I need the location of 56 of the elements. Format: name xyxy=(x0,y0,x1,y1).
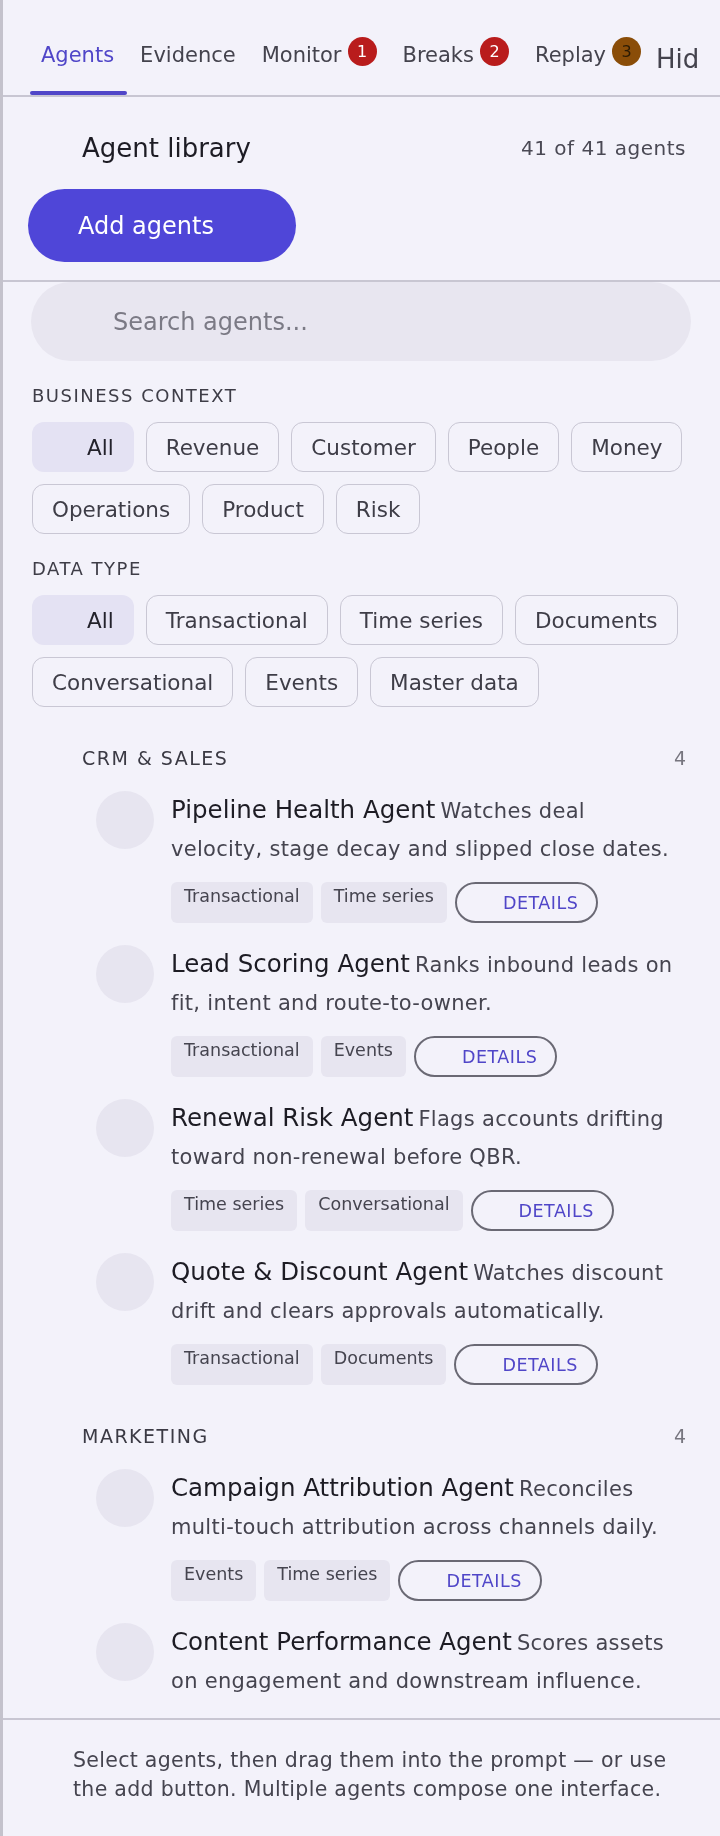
filter-chip[interactable]: Customer xyxy=(291,422,436,472)
filter-chip[interactable]: People xyxy=(447,422,560,472)
group-count: 4 xyxy=(673,1425,686,1447)
details-button[interactable]: DETAILS xyxy=(413,1036,558,1077)
agent-summary: Renewal Risk Agent Flags accounts drifting toward non-renewal before QBR. xyxy=(171,1102,665,1171)
hide-link[interactable]: Hid xyxy=(656,21,700,74)
agent-summary: Campaign Attribution Agent Reconciles multi-touch attribution across channels daily. xyxy=(171,1472,659,1541)
filter-chip[interactable]: Revenue xyxy=(145,422,280,472)
group-count: 4 xyxy=(673,747,686,769)
filter-chip[interactable]: All xyxy=(32,422,134,472)
data-type-tag: Time series xyxy=(320,882,447,923)
agent-summary: Content Performance Agent Scores assets on engagement and downstream influence. xyxy=(171,1626,666,1695)
filter-chip[interactable]: Money xyxy=(571,422,683,472)
add-agents-button[interactable]: Add agents xyxy=(28,189,296,262)
tab[interactable]: Breaks 2 xyxy=(389,0,522,95)
footer-hint: Select agents, then drag them into the prompt — or use the add button. Multiple agents compose one interface. xyxy=(3,1718,720,1804)
data-type-tag: Documents xyxy=(320,1344,447,1385)
filter-chip[interactable]: Transactional xyxy=(145,595,328,645)
details-button[interactable]: DETAILS xyxy=(454,1344,598,1385)
group-heading: MARKETING xyxy=(82,1425,209,1447)
details-button[interactable]: DETAILS xyxy=(454,882,599,923)
data-type-tag: Time series xyxy=(264,1560,391,1601)
filter-chip[interactable]: All xyxy=(32,595,134,645)
filter-chip[interactable]: Product xyxy=(202,484,324,534)
data-type-tag: Time series xyxy=(171,1190,298,1231)
data-type-tag: Events xyxy=(171,1560,257,1601)
data-type-tag: Transactional xyxy=(171,1036,313,1077)
tab[interactable]: Evidence xyxy=(127,0,249,95)
filter-chip[interactable]: Risk xyxy=(335,484,421,534)
count-badge: 1 xyxy=(347,37,377,66)
data-type-tag: Transactional xyxy=(171,882,313,923)
data-type-tag: Events xyxy=(320,1036,406,1077)
agent-summary: Lead Scoring Agent Ranks inbound leads on fit, intent and route-to-owner. xyxy=(171,948,674,1017)
filter-heading: BUSINESS CONTEXT xyxy=(31,384,239,406)
filter-chip[interactable]: Operations xyxy=(32,484,191,534)
data-type-tag: Conversational xyxy=(305,1190,463,1231)
filter-heading: DATA TYPE xyxy=(31,557,143,579)
group-heading: CRM & SALES xyxy=(82,747,229,769)
details-button[interactable]: DETAILS xyxy=(470,1190,614,1231)
count-badge: 2 xyxy=(480,37,509,66)
data-type-tag: Transactional xyxy=(171,1344,313,1385)
tab[interactable]: Replay 3 xyxy=(522,0,654,95)
agent-summary: Quote & Discount Agent Watches discount drift and clears approvals automatically. xyxy=(171,1256,665,1325)
count-badge: 3 xyxy=(612,37,641,66)
filter-chip[interactable]: Master data xyxy=(370,657,539,707)
details-button[interactable]: DETAILS xyxy=(398,1560,542,1601)
agent-count: 41 of 41 agents xyxy=(521,136,686,160)
filter-chip[interactable]: Time series xyxy=(339,595,503,645)
search-field[interactable]: Search agents... xyxy=(31,282,691,361)
filter-chip[interactable]: Events xyxy=(245,657,359,707)
tab[interactable]: Monitor 1 xyxy=(248,0,390,95)
agent-summary: Pipeline Health Agent Watches deal velocity, stage decay and slipped close dates. xyxy=(171,794,671,863)
filter-chip[interactable]: Conversational xyxy=(32,657,234,707)
panel-title: Agent library xyxy=(82,133,251,163)
filter-chip[interactable]: Documents xyxy=(514,595,678,645)
tab[interactable]: Agents xyxy=(28,0,128,95)
